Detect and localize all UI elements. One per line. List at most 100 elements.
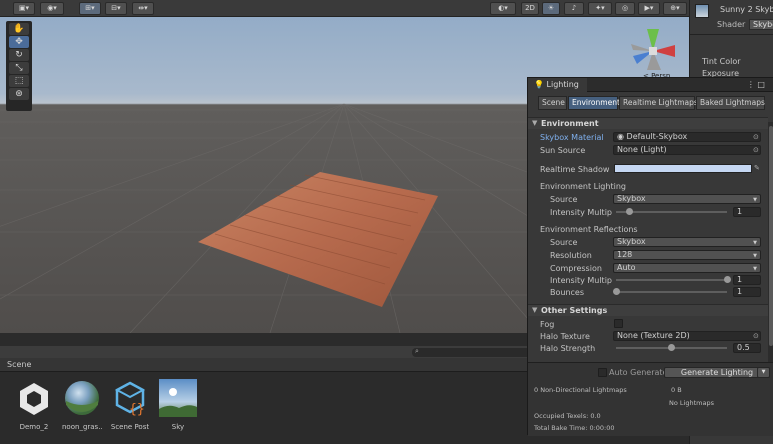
tab-environment[interactable]: Environment: [568, 96, 620, 110]
reflection-source-label: Source: [550, 238, 578, 247]
shadow-color-swatch[interactable]: [614, 164, 752, 173]
effects-toggle-icon[interactable]: ✦▾: [588, 2, 612, 15]
gizmos-button-icon[interactable]: ⊕▾: [663, 2, 687, 15]
halo-strength-input[interactable]: 0.5: [733, 343, 761, 353]
intensity-multiplier-label: Intensity Multiplier: [550, 208, 612, 217]
generate-lighting-label: Generate Lighting: [680, 368, 754, 377]
halo-texture-label: Halo Texture: [540, 332, 590, 341]
lighting-window: 💡 Lighting ⋮ □ Scene Environment Realtim…: [527, 77, 773, 436]
skybox-material-label: Skybox Material: [540, 133, 604, 142]
object-picker-icon[interactable]: ⊙: [753, 332, 759, 340]
occupied-texels: Occupied Texels: 0.0: [534, 412, 601, 420]
shader-label: Shader: [717, 20, 746, 29]
compression-dropdown[interactable]: Auto: [613, 263, 761, 273]
lighting-titlebar: 💡 Lighting ⋮ □: [528, 78, 773, 92]
breadcrumb-scene[interactable]: Scene: [7, 360, 31, 369]
skybox-material-field[interactable]: ◉ Default-Skybox: [613, 132, 761, 142]
asset-noon-grass[interactable]: noon_gras...: [62, 379, 102, 431]
bounces-track[interactable]: [616, 291, 727, 293]
resolution-label: Resolution: [550, 251, 592, 260]
hand-tool-icon[interactable]: ✋: [9, 23, 29, 35]
fog-checkbox[interactable]: [614, 319, 623, 328]
resolution-dropdown[interactable]: 128: [613, 250, 761, 260]
shader-dropdown[interactable]: Skybox: [749, 19, 773, 30]
env-lighting-source-dropdown[interactable]: Skybox: [613, 194, 761, 204]
reflection-intensity-track[interactable]: [616, 279, 727, 281]
reflection-intensity-input[interactable]: 1: [733, 275, 761, 285]
halo-texture-field[interactable]: None (Texture 2D): [613, 331, 761, 341]
halo-strength-knob[interactable]: [668, 344, 675, 351]
lightmaps-size: 0 B: [671, 386, 682, 394]
transform-tool-icon[interactable]: ⊛: [9, 88, 29, 100]
transform-tool-palette: ✋ ✥ ↻ ⤡ ⬚ ⊛: [6, 21, 32, 111]
script-cube-icon: {}: [114, 381, 146, 417]
draw-mode-button[interactable]: ▣▾: [13, 2, 35, 15]
generate-lighting-button[interactable]: Generate Lighting: [664, 367, 770, 378]
intensity-input[interactable]: 1: [733, 207, 761, 217]
sun-source-label: Sun Source: [540, 146, 586, 155]
window-menu-icon[interactable]: ⋮ □: [747, 80, 765, 89]
sphere-sky-thumbnail: [65, 381, 99, 415]
environment-section-header[interactable]: ▼ Environment: [528, 117, 768, 129]
lighting-scrollbar[interactable]: [768, 122, 773, 392]
bounces-input[interactable]: 1: [733, 287, 761, 297]
audio-toggle-icon[interactable]: ♪: [564, 2, 584, 15]
camera-settings-icon[interactable]: ▶▾: [638, 2, 660, 15]
compression-label: Compression: [550, 264, 602, 273]
shading-mode-button[interactable]: ◐▾: [490, 2, 516, 15]
eyedropper-icon[interactable]: ✎: [754, 164, 760, 172]
align-button[interactable]: ⇹▾: [132, 2, 154, 15]
search-icon: ⌕: [415, 347, 419, 355]
foldout-arrow-icon: ▼: [532, 119, 538, 127]
tab-scene[interactable]: Scene: [538, 96, 567, 110]
tab-baked-lightmaps[interactable]: Baked Lightmaps: [696, 96, 765, 110]
inspector-divider: [690, 34, 773, 35]
object-picker-icon[interactable]: ⊙: [753, 146, 759, 154]
other-settings-section-header[interactable]: ▼ Other Settings: [528, 304, 768, 316]
svg-text:{}: {}: [129, 402, 145, 417]
halo-strength-label: Halo Strength: [540, 344, 596, 353]
visibility-toggle-icon[interactable]: ◎: [615, 2, 635, 15]
section-title: Other Settings: [541, 306, 608, 315]
rect-tool-icon[interactable]: ⬚: [9, 75, 29, 87]
asset-label: Scene Post: [110, 423, 150, 431]
object-picker-icon[interactable]: ⊙: [753, 133, 759, 141]
increment-snap-button[interactable]: ⊟▾: [105, 2, 127, 15]
toggle-2d-button[interactable]: 2D: [521, 2, 539, 15]
grid-snap-button[interactable]: ⊞▾: [79, 2, 101, 15]
scale-tool-icon[interactable]: ⤡: [9, 62, 29, 74]
intensity-slider-knob[interactable]: [626, 208, 634, 215]
asset-scene-post[interactable]: {} Scene Post: [110, 379, 150, 431]
reflection-intensity-knob[interactable]: [723, 276, 731, 283]
move-tool-icon[interactable]: ✥: [9, 36, 29, 48]
lighting-footer: Auto Generate Generate Lighting ▼ 0 Non-…: [528, 362, 773, 436]
scrollbar-thumb[interactable]: [769, 126, 773, 346]
rotate-tool-icon[interactable]: ↻: [9, 49, 29, 61]
bake-time: Total Bake Time: 0:00:00: [534, 424, 615, 432]
tab-realtime-lightmaps[interactable]: Realtime Lightmaps: [619, 96, 698, 110]
environment-lighting-label: Environment Lighting: [540, 182, 626, 191]
auto-generate-checkbox[interactable]: [598, 368, 607, 377]
environment-reflections-label: Environment Reflections: [540, 225, 638, 234]
generate-options-dropdown-icon[interactable]: ▼: [757, 367, 770, 378]
pivot-button[interactable]: ◉▾: [40, 2, 64, 15]
inspector-title: Sunny 2 Skybox: [720, 5, 773, 14]
sun-source-field[interactable]: None (Light): [613, 145, 761, 155]
skybox-material-value: Default-Skybox: [626, 132, 688, 141]
asset-demo-2[interactable]: Demo_2: [14, 379, 54, 431]
orientation-gizmo-icon[interactable]: [623, 26, 683, 76]
lighting-window-tab[interactable]: 💡 Lighting: [528, 78, 587, 92]
reflection-source-dropdown[interactable]: Skybox: [613, 237, 761, 247]
bounces-knob[interactable]: [612, 288, 620, 295]
lightbulb-icon: 💡: [534, 80, 544, 89]
lightmaps-count: 0 Non-Directional Lightmaps: [534, 386, 627, 394]
tint-color-label: Tint Color: [702, 57, 741, 66]
auto-generate-label: Auto Generate: [609, 368, 668, 377]
lighting-toggle-icon[interactable]: ☀: [542, 2, 560, 15]
no-lightmaps-text: No Lightmaps: [669, 399, 714, 407]
fog-label: Fog: [540, 320, 555, 329]
section-title: Environment: [541, 119, 599, 128]
lighting-title: Lighting: [546, 80, 579, 89]
asset-sky[interactable]: Sky: [158, 379, 198, 431]
asset-label: Sky: [171, 423, 185, 431]
